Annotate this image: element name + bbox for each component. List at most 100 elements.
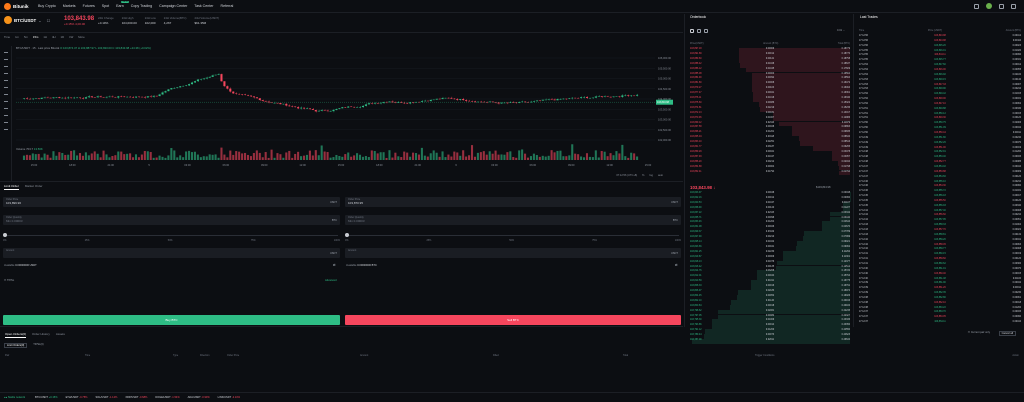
status-ticker[interactable]: BTC/USDT +0.15%: [35, 396, 58, 399]
nav-spot[interactable]: Spot: [102, 4, 109, 8]
status-ticker[interactable]: DOGE/USDT -1.54%: [155, 396, 179, 399]
settings-icon[interactable]: [1011, 3, 1016, 9]
asks-only-icon[interactable]: [704, 29, 708, 33]
status-ticker[interactable]: ADA/USDT -0.90%: [188, 396, 210, 399]
pair-selector[interactable]: BTC/USDT ⌄ ☐: [4, 16, 64, 24]
sell-amount-field[interactable]: Amount USDT: [345, 248, 681, 258]
candle-body: [255, 97, 258, 99]
subtab-tpsl[interactable]: TP/SL(0): [33, 343, 43, 348]
volume-bar: [367, 157, 370, 160]
buy-percent-slider[interactable]: [3, 233, 338, 237]
volume-bar: [553, 152, 556, 160]
volume-bar: [294, 153, 297, 160]
candle-body: [305, 108, 308, 109]
available-label: Available: [4, 264, 15, 267]
candle-body: [173, 87, 176, 89]
transfer-icon[interactable]: ⇄: [675, 263, 678, 267]
candlestick-chart[interactable]: 106,000.00 105,500.00 105,000.00 104,500.00…: [0, 34, 683, 182]
sell-percent-slider[interactable]: [345, 233, 679, 237]
volume-bar: [28, 155, 31, 160]
volume-bar: [444, 157, 447, 160]
tick[interactable]: 75%: [251, 239, 256, 242]
candle-body: [459, 99, 462, 100]
status-ticker[interactable]: ETH/USDT -0.75%: [66, 396, 88, 399]
status-ticker[interactable]: LINK/USDT -2.10%: [218, 396, 240, 399]
tick[interactable]: 75%: [592, 239, 597, 242]
buy-button[interactable]: Buy BTC: [3, 315, 340, 325]
nav-buy-crypto[interactable]: Buy Crypto: [38, 4, 56, 8]
tab-market-order[interactable]: Market Order: [25, 184, 43, 190]
candle-body: [302, 107, 306, 109]
both-sides-icon[interactable]: [690, 29, 694, 33]
favorite-icon[interactable]: ☐: [47, 18, 51, 23]
mid-price-value: 103,843.98: [690, 185, 712, 190]
tick[interactable]: 0%: [345, 239, 348, 242]
slider-handle[interactable]: [3, 233, 7, 237]
volume-bar: [400, 157, 403, 160]
volume-bar: [594, 150, 597, 160]
tick[interactable]: 25%: [426, 239, 431, 242]
subtab-limit-orders[interactable]: Limit Orders(0): [4, 343, 28, 348]
volume-bar: [385, 157, 388, 160]
buy-price-field[interactable]: Order Price 103,899.96 USDT: [3, 197, 340, 207]
status-change: -2.10%: [231, 396, 241, 399]
depth-select[interactable]: 0.01 ⌄: [837, 29, 845, 32]
candle-body: [329, 111, 332, 112]
volume-bar: [229, 150, 232, 160]
tick[interactable]: 50%: [168, 239, 173, 242]
tick[interactable]: 100%: [675, 239, 681, 242]
download-icon[interactable]: [974, 3, 979, 9]
status-ticker[interactable]: SOL/USDT -1.12%: [95, 396, 117, 399]
sell-price-field[interactable]: Order Price 103,870.95 USDT: [345, 197, 681, 207]
nav-campaign-center[interactable]: Campaign Center: [159, 4, 187, 8]
volume-bar: [538, 156, 541, 160]
tab-limit-order[interactable]: Limit Order: [4, 184, 19, 190]
buy-amount-field[interactable]: Amount USDT: [3, 248, 340, 258]
bid-row[interactable]: 103,787.00 0.02011 0.26634: [690, 339, 850, 344]
bids-only-icon[interactable]: [697, 29, 701, 33]
nav-referral[interactable]: Referral: [220, 4, 233, 8]
candle-body: [99, 96, 102, 98]
volume-bar: [96, 153, 99, 160]
sell-button[interactable]: Sell BTC: [345, 315, 681, 325]
nav-task-center[interactable]: Task Center: [194, 4, 213, 8]
volume-bar: [70, 150, 73, 160]
current-pair-only[interactable]: ☐ Current pair only: [968, 331, 990, 334]
auto-toggle[interactable]: auto: [658, 174, 663, 177]
tab-assets[interactable]: Assets: [56, 332, 65, 338]
avatar[interactable]: [986, 3, 992, 9]
tick[interactable]: 25%: [85, 239, 90, 242]
deposit-icon[interactable]: ⇄: [333, 263, 336, 267]
tick[interactable]: 0%: [3, 239, 6, 242]
tpsl-checkbox[interactable]: ☐ TP/SL: [4, 279, 14, 282]
status-ticker[interactable]: XRP/USDT -0.68%: [125, 396, 147, 399]
ask-row[interactable]: 103,852.41 0.01794 0.01794: [690, 170, 850, 176]
advanced-link[interactable]: Advanced: [325, 279, 337, 282]
slider-handle[interactable]: [345, 233, 349, 237]
volume-bar: [529, 156, 533, 160]
tab-open-orders[interactable]: Open Orders(0): [5, 332, 27, 338]
nav-earn[interactable]: Earn NEW: [116, 1, 129, 8]
status-pair: LINK/USDT: [217, 396, 232, 399]
volume-bar: [155, 157, 158, 160]
sell-quantity-field[interactable]: Order Quantity Min 0.00003 BTC: [345, 215, 681, 225]
tab-order-history[interactable]: Order History: [32, 332, 50, 338]
price-chart-panel: Time 1m 5m 15m 1H 4H 1D 1W More BTC/USDT…: [0, 34, 683, 182]
nav-markets[interactable]: Markets: [63, 4, 76, 8]
tick[interactable]: 100%: [334, 239, 340, 242]
x-tick-label: 09:00: [261, 163, 268, 167]
tick[interactable]: 50%: [509, 239, 514, 242]
brand-logo[interactable]: Bitunik: [4, 2, 38, 10]
buy-quantity-field[interactable]: Order Quantity Min 0.00003 BTC: [3, 215, 340, 225]
volume-bar: [565, 156, 568, 160]
cancel-all-button[interactable]: Cancel all: [998, 331, 1016, 336]
ticker-bar: BTC/USDT ⌄ ☐ 103,843.98 +0.15% 4,00.00 2…: [0, 14, 683, 33]
candle-body: [58, 97, 61, 99]
nav-copy-trading[interactable]: Copy Trading: [131, 4, 152, 8]
candle-body: [441, 98, 444, 100]
col-trigger: Trigger Conditions: [755, 354, 775, 357]
nav-futures[interactable]: Futures: [83, 4, 95, 8]
log-toggle[interactable]: log: [649, 174, 652, 177]
percent-toggle[interactable]: %: [642, 174, 644, 177]
bell-icon[interactable]: [999, 3, 1004, 9]
